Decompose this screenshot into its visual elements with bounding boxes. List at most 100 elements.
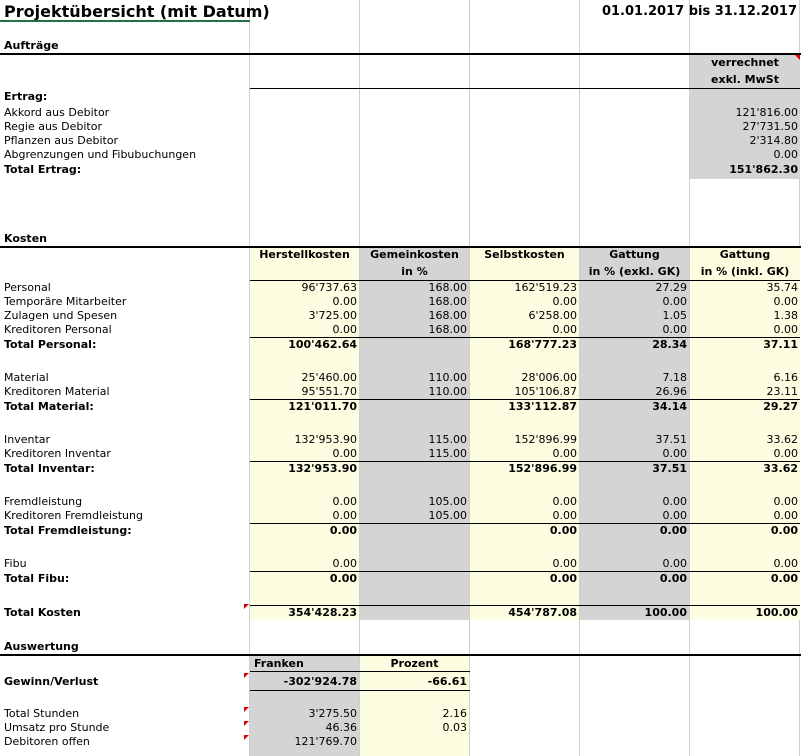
kosten-cell-c3: 162'519.23 [514,281,577,294]
selected-cell[interactable] [0,0,250,22]
kosten-cell-c4: 100.00 [644,606,687,619]
header-gemeinkosten: Gemeinkosten [370,248,459,261]
kosten-cell-c3: 152'896.99 [508,462,577,475]
auswertung-row-label: Debitoren offen [4,735,90,748]
kosten-cell-c1: 121'011.70 [288,400,357,413]
kosten-cell-c2: 105.00 [428,495,468,508]
section-divider [0,53,801,55]
kosten-cell-c2: 110.00 [428,371,468,384]
comment-marker [244,735,249,740]
kosten-cell-c2: 110.00 [428,385,468,398]
kosten-cell-c4: 0.00 [662,323,688,336]
kosten-cell-c3: 105'106.87 [514,385,577,398]
kosten-row-label: Total Kosten [4,606,81,619]
kosten-row-label: Temporäre Mitarbeiter [4,295,127,308]
kosten-row-label: Material [4,371,49,384]
kosten-cell-c4: 0.00 [662,557,688,570]
kosten-cell-c3: 152'896.99 [514,433,577,446]
kosten-row-label: Zulagen und Spesen [4,309,118,322]
kosten-cell-c5: 33.62 [766,433,799,446]
kosten-cell-c3: 0.00 [552,447,578,460]
verrechnet-header-2: exkl. MwSt [711,73,779,86]
auswertung-row-franken: 46.36 [325,721,358,734]
kosten-cell-c1: 0.00 [332,323,358,336]
kosten-cell-c5: 0.00 [770,524,798,537]
kosten-cell-c4: 27.29 [655,281,688,294]
header-underline [250,671,470,672]
kosten-cell-c2: 168.00 [428,295,468,308]
kosten-cell-c3: 133'112.87 [508,400,577,413]
kosten-cell-c1: 0.00 [329,524,357,537]
auswertung-row-label: Umsatz pro Stunde [4,721,110,734]
kosten-row-label: Total Inventar: [4,462,95,475]
total-line [250,605,800,606]
kosten-cell-c5: 0.00 [773,295,799,308]
auswertung-row-franken: 121'769.70 [294,735,357,748]
kosten-cell-c5: 0.00 [773,495,799,508]
kosten-cell-c4: 26.96 [655,385,688,398]
gewinn-label: Gewinn/Verlust [4,675,99,688]
comment-marker [244,707,249,712]
kosten-cell-c1: 0.00 [332,447,358,460]
kosten-cell-c4: 28.34 [652,338,687,351]
ertrag-row-value: 2'314.80 [749,134,798,147]
total-line [250,399,800,400]
kosten-cell-c4: 1.05 [662,309,688,322]
ertrag-row-value: 27'731.50 [742,120,798,133]
header-gattung-exkl-unit: in % (exkl. GK) [588,265,681,278]
kosten-row-label: Total Personal: [4,338,97,351]
header-underline [250,88,800,89]
comment-marker [244,721,249,726]
kosten-cell-c3: 0.00 [552,495,578,508]
kosten-cell-c5: 6.16 [773,371,799,384]
kosten-cell-c1: 354'428.23 [288,606,357,619]
kosten-cell-c5: 0.00 [773,509,799,522]
kosten-cell-c2: 115.00 [428,433,468,446]
kosten-row-label: Inventar [4,433,51,446]
auswertung-row-prozent: 2.16 [442,707,468,720]
ertrag-label: Ertrag: [4,90,48,103]
ertrag-row-label: Akkord aus Debitor [4,106,110,119]
kosten-cell-c2: 105.00 [428,509,468,522]
kosten-cell-c1: 95'551.70 [301,385,357,398]
section-auftraege: Aufträge [4,39,59,52]
kosten-row-label: Fibu [4,557,27,570]
ertrag-row-value: 121'816.00 [735,106,798,119]
header-prozent: Prozent [390,657,439,670]
section-kosten: Kosten [4,232,47,245]
header-herstellkosten: Herstellkosten [259,248,350,261]
total-line [250,461,800,462]
kosten-cell-c5: 100.00 [755,606,798,619]
ertrag-row-value: 0.00 [773,148,799,161]
section-auswertung: Auswertung [4,640,79,653]
kosten-cell-c4: 0.00 [662,295,688,308]
gewinn-underline [250,690,470,691]
header-franken: Franken [254,657,304,670]
kosten-cell-c1: 0.00 [329,572,357,585]
kosten-row-label: Total Material: [4,400,94,413]
kosten-row-label: Kreditoren Inventar [4,447,111,460]
kosten-cell-c3: 454'787.08 [508,606,577,619]
kosten-cell-c4: 0.00 [659,572,687,585]
kosten-cell-c5: 33.62 [763,462,798,475]
total-ertrag-label: Total Ertrag: [4,163,82,176]
kosten-cell-c5: 0.00 [773,447,799,460]
kosten-cell-c3: 168'777.23 [508,338,577,351]
kosten-cell-c5: 0.00 [773,557,799,570]
kosten-row-label: Total Fibu: [4,572,70,585]
kosten-cell-c5: 0.00 [773,323,799,336]
kosten-cell-c4: 37.51 [655,433,688,446]
kosten-cell-c5: 35.74 [766,281,799,294]
kosten-cell-c5: 0.00 [770,572,798,585]
auswertung-row-franken: 3'275.50 [308,707,357,720]
kosten-cell-c4: 37.51 [652,462,687,475]
kosten-cell-c1: 25'460.00 [301,371,357,384]
total-line [250,337,800,338]
kosten-cell-c1: 132'953.90 [288,462,357,475]
kosten-cell-c3: 0.00 [552,295,578,308]
kosten-cell-c4: 0.00 [659,524,687,537]
kosten-cell-c3: 0.00 [549,572,577,585]
kosten-cell-c3: 6'258.00 [528,309,577,322]
comment-marker [244,604,249,609]
header-selbstkosten: Selbstkosten [484,248,565,261]
